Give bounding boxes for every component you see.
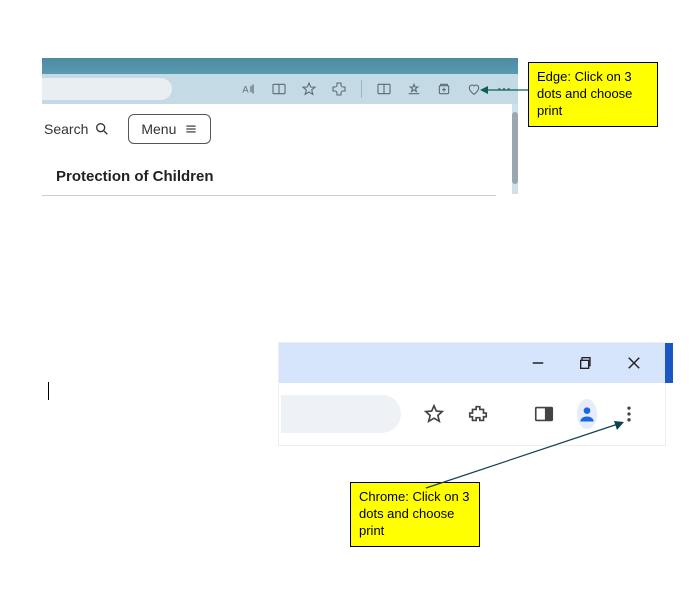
edge-window-titlebar [42,58,518,74]
immersive-reader-icon[interactable] [271,81,287,97]
favorite-star-icon[interactable] [301,81,317,97]
chrome-window-titlebar [279,343,665,383]
close-icon[interactable] [625,354,643,372]
content-divider [42,195,496,196]
collections-icon[interactable] [436,81,452,97]
scrollbar-thumb[interactable] [512,112,518,184]
minimize-icon[interactable] [529,354,547,372]
extensions-icon[interactable] [331,81,347,97]
chrome-callout-arrow [420,418,630,498]
edge-page-content: Search Menu Protection of Children [42,104,518,194]
svg-text:A: A [242,84,249,94]
hamburger-icon [184,122,198,136]
favorites-list-icon[interactable] [406,81,422,97]
page-menu-button[interactable]: Menu [128,114,211,144]
split-screen-icon[interactable] [376,81,392,97]
search-label: Search [44,121,88,137]
maximize-icon[interactable] [577,354,595,372]
edge-callout-note: Edge: Click on 3 dots and choose print [528,62,658,127]
page-search-button[interactable]: Search [44,121,110,137]
window-accent-strip [665,343,673,383]
edge-browser-screenshot: A Search [42,58,518,194]
edge-address-bar-fragment[interactable] [42,78,172,100]
menu-label: Menu [141,121,176,137]
edge-callout-arrow [480,84,532,96]
text-cursor [48,382,49,400]
page-heading: Protection of Children [56,168,496,185]
callout-text: Edge: Click on 3 dots and choose print [537,69,632,118]
edge-toolbar: A [42,74,518,104]
search-icon [94,121,110,137]
read-aloud-icon[interactable]: A [241,81,257,97]
toolbar-separator [361,80,362,98]
chrome-address-bar-fragment[interactable] [281,395,401,433]
